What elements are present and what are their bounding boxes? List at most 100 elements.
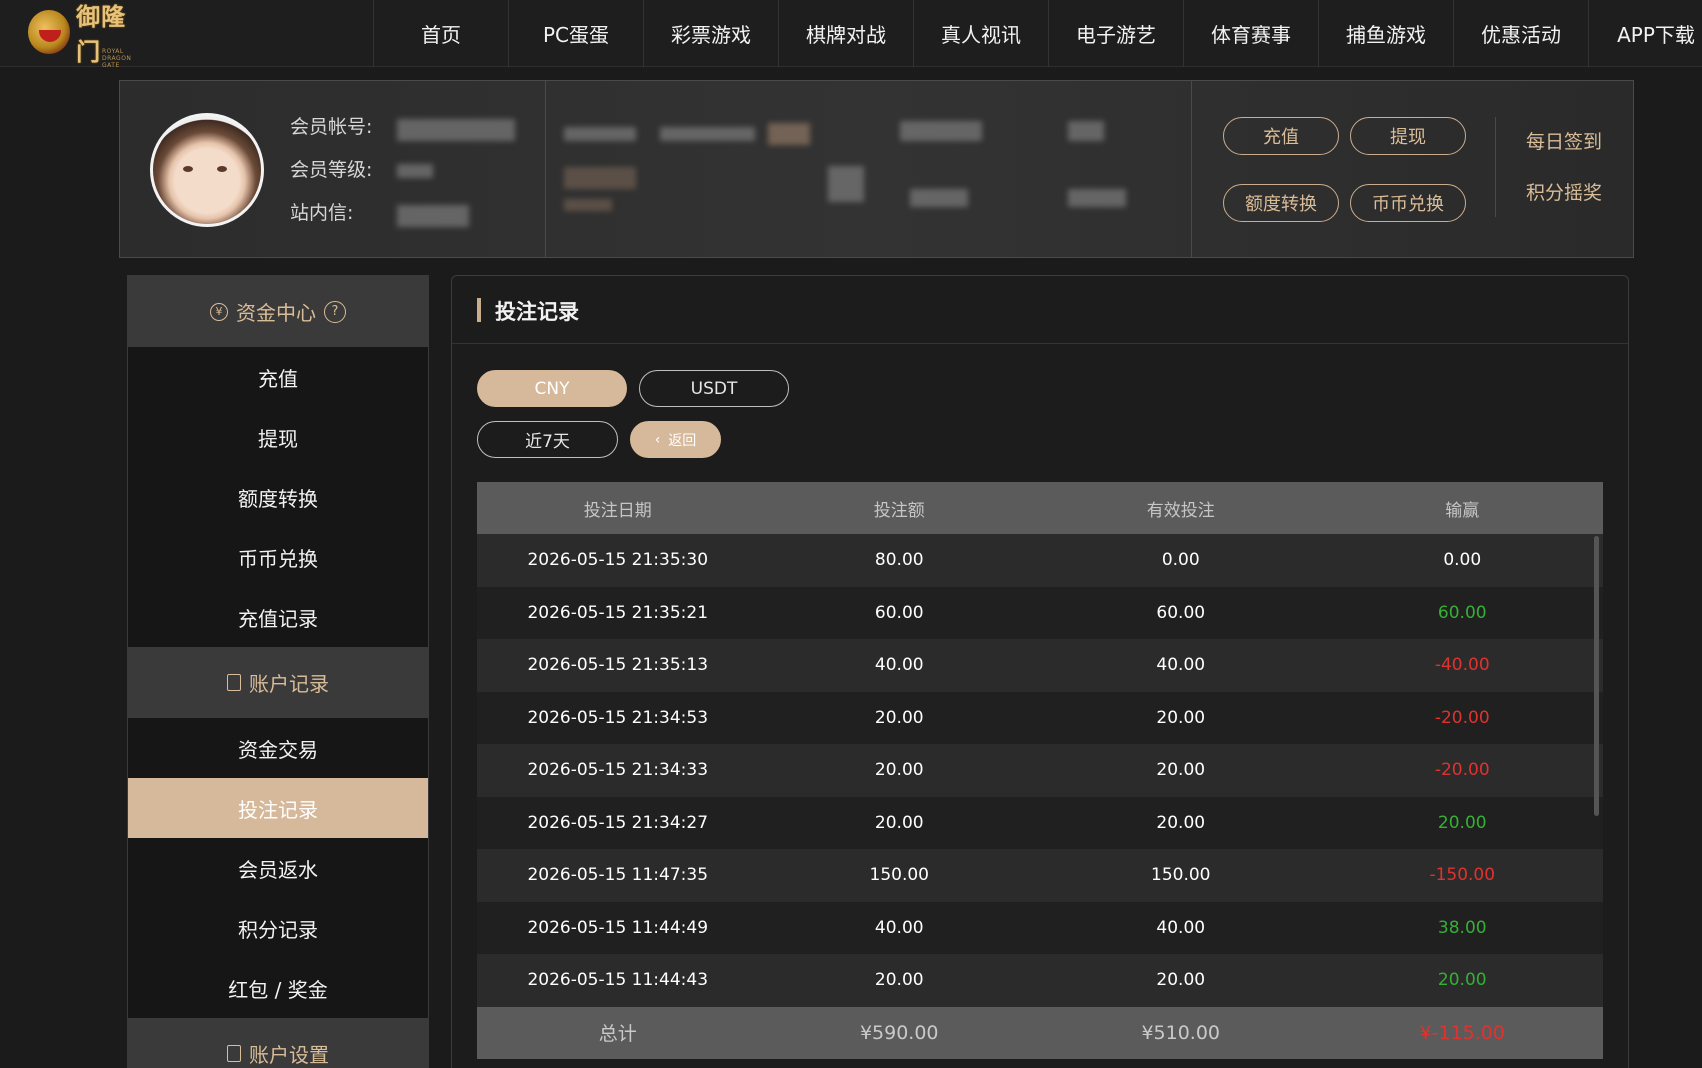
- cell-bet: 20.00: [874, 812, 924, 833]
- table-body: 2026-05-15 21:35:30 80.00 0.00 0.00 2026-05-…: [477, 534, 1603, 1007]
- redacted-stat: [564, 127, 636, 141]
- id-card-icon: [227, 1045, 241, 1062]
- cell-date: 2026-05-15 21:34:27: [527, 812, 709, 833]
- period-filter-7days[interactable]: 近7天: [477, 421, 618, 458]
- brand-subtitle: ROYAL DRAGON GATE: [102, 48, 132, 69]
- table-row: 2026-05-15 21:34:27 20.00 20.00 20.00: [477, 796, 1603, 849]
- table-row: 2026-05-15 21:35:13 40.00 40.00 -40.00: [477, 639, 1603, 692]
- withdraw-button[interactable]: 提现: [1350, 117, 1466, 155]
- redacted-stat: [1068, 121, 1104, 141]
- cell-valid: 150.00: [1151, 865, 1211, 886]
- cell-bet: 20.00: [874, 707, 924, 728]
- nav-live-casino[interactable]: 真人视讯: [913, 0, 1048, 67]
- redacted-stat: [660, 127, 755, 141]
- cell-bet: 60.00: [874, 602, 924, 623]
- sidebar-item-deposit-records[interactable]: 充值记录: [128, 587, 428, 647]
- table-row: 2026-05-15 11:47:35 150.00 150.00 -150.00: [477, 849, 1603, 902]
- cell-valid: 20.00: [1156, 707, 1206, 728]
- cell-date: 2026-05-15 11:44:43: [527, 970, 709, 991]
- cell-date: 2026-05-15 21:35:13: [527, 655, 709, 676]
- sidebar-item-withdraw[interactable]: 提现: [128, 407, 428, 467]
- redacted-stat: [1068, 189, 1126, 207]
- nav-home[interactable]: 首页: [373, 0, 508, 67]
- table-row: 2026-05-15 21:34:33 20.00 20.00 -20.00: [477, 744, 1603, 797]
- transfer-button[interactable]: 额度转换: [1223, 184, 1339, 222]
- column-header-valid: 有效投注: [1146, 500, 1215, 521]
- sidebar-item-bonus[interactable]: 红包 / 奖金: [128, 958, 428, 1018]
- mail-label: 站内信:: [290, 202, 354, 224]
- cell-result: 38.00: [1437, 917, 1487, 938]
- sidebar-item-exchange[interactable]: 币币兑换: [128, 527, 428, 587]
- nav-app-download[interactable]: APP下载: [1588, 0, 1702, 67]
- nav-pc-egg[interactable]: PC蛋蛋: [508, 0, 643, 67]
- points-lottery-link[interactable]: 积分摇奖: [1526, 178, 1602, 205]
- profile-labels: 会员帐号: 会员等级: 站内信:: [290, 115, 410, 244]
- sidebar-item-points[interactable]: 积分记录: [128, 898, 428, 958]
- exchange-button[interactable]: 币币兑换: [1350, 184, 1466, 222]
- cell-valid: 20.00: [1156, 760, 1206, 781]
- daily-signin-link[interactable]: 每日签到: [1526, 127, 1602, 154]
- nav-lottery[interactable]: 彩票游戏: [643, 0, 778, 67]
- sidebar-item-rebate[interactable]: 会员返水: [128, 838, 428, 898]
- page-title: 投注记录: [495, 300, 579, 324]
- yen-icon: ¥: [210, 302, 228, 321]
- nav-fishing[interactable]: 捕鱼游戏: [1318, 0, 1453, 67]
- sidebar-header-records: 账户记录: [128, 647, 428, 718]
- sidebar-item-transfer[interactable]: 额度转换: [128, 467, 428, 527]
- table-row: 2026-05-15 21:35:30 80.00 0.00 0.00: [477, 534, 1603, 587]
- profile-divider: [1495, 117, 1496, 217]
- help-icon[interactable]: ?: [324, 300, 346, 323]
- table-row: 2026-05-15 21:34:53 20.00 20.00 -20.00: [477, 691, 1603, 744]
- profile-panel: 会员帐号: 会员等级: 站内信: 充值 提现 额度转换 币币兑换 每日签到 积分…: [119, 80, 1634, 258]
- profile-divider: [1191, 81, 1192, 257]
- title-accent-bar: [477, 298, 481, 322]
- dragon-logo-icon: [28, 10, 71, 54]
- table-scrollbar[interactable]: [1594, 536, 1599, 816]
- table-total-row: 总计 ¥590.00 ¥510.00 ¥-115.00: [477, 1006, 1603, 1059]
- sidebar-header-label: 账户记录: [249, 672, 329, 696]
- table-row: 2026-05-15 11:44:43 20.00 20.00 20.00: [477, 954, 1603, 1007]
- cell-valid: 20.00: [1156, 812, 1206, 833]
- tab-usdt[interactable]: USDT: [639, 370, 789, 407]
- main-nav: 首页 PC蛋蛋 彩票游戏 棋牌对战 真人视讯 电子游艺 体育赛事 捕鱼游戏 优惠…: [373, 0, 1702, 67]
- cell-bet: 20.00: [874, 970, 924, 991]
- total-label: 总计: [598, 1023, 637, 1045]
- cell-result: -20.00: [1434, 707, 1490, 728]
- sidebar-item-bet-records[interactable]: 投注记录: [128, 778, 428, 838]
- sidebar-item-transactions[interactable]: 资金交易: [128, 718, 428, 778]
- redacted-account: [397, 119, 515, 141]
- total-result: ¥-115.00: [1419, 1021, 1505, 1044]
- tab-cny[interactable]: CNY: [477, 370, 627, 407]
- redacted-stat: [828, 166, 864, 202]
- nav-slots[interactable]: 电子游艺: [1048, 0, 1183, 67]
- brand-logo[interactable]: 御隆门 ROYAL DRAGON GATE: [28, 2, 148, 69]
- total-bet: ¥590.00: [859, 1021, 939, 1044]
- column-header-bet: 投注额: [873, 500, 925, 521]
- panel-header: 投注记录: [452, 276, 1628, 344]
- sidebar-item-deposit[interactable]: 充值: [128, 347, 428, 407]
- sidebar-header-funds: ¥ 资金中心 ?: [128, 276, 428, 347]
- total-valid: ¥510.00: [1141, 1021, 1221, 1044]
- profile-divider: [545, 81, 546, 257]
- cell-valid: 0.00: [1161, 550, 1200, 571]
- account-label: 会员帐号:: [290, 116, 373, 138]
- back-button[interactable]: ‹ 返回: [630, 421, 721, 458]
- sidebar: ¥ 资金中心 ? 充值 提现 额度转换 币币兑换 充值记录 账户记录 资金交易 …: [127, 275, 429, 1068]
- nav-promotions[interactable]: 优惠活动: [1453, 0, 1588, 67]
- redacted-stat: [768, 123, 810, 145]
- chevron-left-icon: ‹: [654, 431, 661, 448]
- cell-bet: 80.00: [874, 550, 924, 571]
- cell-result: 0.00: [1443, 550, 1482, 571]
- nav-chess-cards[interactable]: 棋牌对战: [778, 0, 913, 67]
- top-navbar: 御隆门 ROYAL DRAGON GATE 首页 PC蛋蛋 彩票游戏 棋牌对战 …: [0, 0, 1702, 69]
- cell-date: 2026-05-15 21:34:33: [527, 760, 709, 781]
- cell-result: -150.00: [1429, 865, 1496, 886]
- cell-date: 2026-05-15 21:35:30: [527, 550, 709, 571]
- nav-sports[interactable]: 体育赛事: [1183, 0, 1318, 67]
- redacted-stat: [564, 199, 612, 211]
- deposit-button[interactable]: 充值: [1223, 117, 1339, 155]
- cell-date: 2026-05-15 21:35:21: [527, 602, 709, 623]
- redacted-level: [397, 164, 433, 178]
- cell-bet: 40.00: [874, 917, 924, 938]
- column-header-date: 投注日期: [583, 500, 652, 521]
